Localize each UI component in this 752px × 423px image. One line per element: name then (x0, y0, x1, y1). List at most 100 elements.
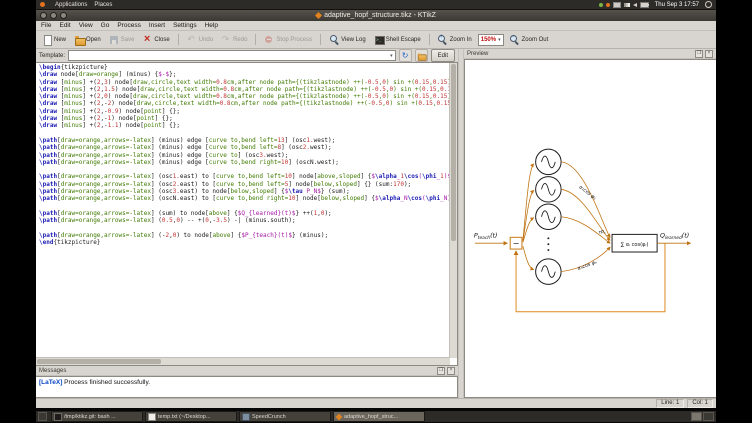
magnifier-sign: − (511, 34, 515, 40)
menu-file[interactable]: File (41, 22, 51, 29)
panel-menu-applications[interactable]: Applications (55, 2, 87, 8)
zoom-out-button[interactable]: −Zoom Out (508, 34, 551, 46)
code-line: \begin{tikzpicture} (39, 64, 449, 71)
menu-settings[interactable]: Settings (173, 22, 197, 29)
menu-process[interactable]: Process (117, 22, 140, 29)
distro-logo-icon[interactable] (40, 2, 45, 7)
menu-view[interactable]: View (79, 22, 93, 29)
power-icon[interactable] (705, 1, 712, 8)
toolbar-separator (178, 34, 179, 45)
clock[interactable]: Thu Sep 3 17:57 (655, 2, 699, 8)
show-desktop-button[interactable] (38, 412, 47, 421)
undo-icon (187, 35, 197, 45)
titlebar[interactable]: adaptive_hopf_structure.tikz - KTikZ (36, 10, 716, 21)
menu-edit[interactable]: Edit (59, 22, 70, 29)
main-toolbar: New Open Save Close Undo Redo Stop Process View… (36, 31, 716, 49)
code-line: \path[draw=orange,arrows=-latex] (minus)… (39, 137, 449, 144)
chevron-down-icon: ▾ (498, 37, 501, 43)
taskbar-window-label: SpeedCrunch (252, 414, 286, 420)
code-line: \path[draw=orange,arrows=-latex] (minus)… (39, 152, 449, 159)
mail-icon[interactable] (613, 2, 621, 8)
preview-dock-header: Preview ❐ × (464, 49, 716, 59)
scrollbar-thumb[interactable] (37, 359, 161, 364)
shell-escape-button[interactable]: Shell Escape (372, 34, 423, 46)
input-signal-label: Pteach(t) (474, 231, 498, 240)
toolbar-label: Shell Escape (386, 37, 421, 43)
taskbar-window-button[interactable]: temp.txt (~/Desktop... (145, 411, 237, 422)
menu-go[interactable]: Go (101, 22, 110, 29)
editor-horizontal-scrollbar[interactable] (36, 357, 450, 365)
code-line: \path[draw=orange,arrows=-latex] (osc2.e… (39, 181, 449, 188)
code-line (39, 225, 449, 232)
template-combo[interactable]: ▾ (68, 50, 396, 61)
open-button[interactable]: Open (72, 34, 103, 46)
toolbar-label: Open (86, 37, 101, 43)
new-button[interactable]: New (40, 34, 68, 46)
code-line: \draw [minus] +(2,-1) node[point] {}; (39, 115, 449, 122)
panel-menu-places[interactable]: Places (94, 2, 112, 8)
code-line: \path[draw=orange,arrows=-latex] (osc1.e… (39, 173, 449, 180)
sum-node-label: ∑ αᵢ cos(φᵢ) (621, 242, 649, 248)
mid-edge-label: τPₙ (598, 229, 605, 235)
zoom-out-icon: − (510, 35, 520, 45)
open-template-button[interactable] (415, 49, 428, 62)
close-dock-button[interactable]: × (705, 50, 713, 58)
top-panel: Applications Places Thu Sep 3 17:57 (36, 0, 716, 9)
taskbar-window-label: temp.txt (~/Desktop... (158, 414, 210, 420)
menu-insert[interactable]: Insert (149, 22, 165, 29)
code-line: \draw [minus] +(2,3) node[draw,circle,te… (39, 79, 449, 86)
code-line: \draw [minus] +(2,-1.1) node[point] {}; (39, 122, 449, 129)
save-button[interactable]: Save (107, 34, 137, 46)
toolbar-label: New (54, 37, 66, 43)
code-line (39, 166, 449, 173)
reload-template-button[interactable]: ↻ (399, 49, 412, 62)
close-button[interactable]: Close (140, 34, 171, 46)
scrollbar-thumb[interactable] (451, 64, 456, 241)
float-dock-button[interactable]: ❐ (437, 367, 445, 375)
indicator-app-icon[interactable] (599, 3, 603, 7)
undo-button[interactable]: Undo (185, 34, 215, 46)
taskbar-window-button[interactable]: /tmp/ktikz.git: bash ... (51, 411, 143, 422)
toolbar-separator (320, 34, 321, 45)
redo-button[interactable]: Redo (219, 34, 249, 46)
editor-vertical-scrollbar[interactable] (449, 63, 457, 358)
zoom-level-combo[interactable]: 150%▾ (478, 34, 504, 46)
close-dock-button[interactable]: × (447, 367, 455, 375)
volume-icon[interactable] (633, 3, 637, 7)
toolbar-label: Save (121, 37, 135, 43)
toolbar-separator (429, 34, 430, 45)
stop-process-button[interactable]: Stop Process (262, 34, 314, 46)
workspace-1[interactable] (691, 412, 702, 421)
open-folder-icon (74, 35, 84, 45)
code-line: \path[draw=orange,arrows=-latex] (sum) t… (39, 210, 449, 217)
taskbar-window-button[interactable]: adaptive_hopf_struc... (333, 411, 425, 422)
panel-menus: Applications Places (55, 2, 112, 8)
code-line: \path[draw=orange,arrows=-latex] (osc3.e… (39, 188, 449, 195)
ellipsis-dots (547, 237, 549, 251)
code-line: \draw [minus] +(2,-2) node[draw,circle,t… (39, 100, 449, 107)
ktikz-window: adaptive_hopf_structure.tikz - KTikZ Fil… (36, 9, 716, 408)
code-line: \path[draw=orange,arrows=-latex] (minus)… (39, 144, 449, 151)
preview-title: Preview (467, 51, 488, 57)
zoom-in-button[interactable]: + Zoom In (436, 34, 474, 46)
view-log-button[interactable]: View Log (327, 34, 368, 46)
code-editor[interactable]: \begin{tikzpicture}\draw node[draw=orang… (36, 62, 458, 366)
preview-diagram: Pteach(t) − (465, 60, 716, 397)
fan-in-edges (561, 162, 610, 272)
window-title: adaptive_hopf_structure.tikz - KTikZ (36, 12, 716, 19)
taskbar-window-button[interactable]: SpeedCrunch (239, 411, 331, 422)
network-icon[interactable] (624, 3, 630, 7)
workspace-2[interactable] (703, 412, 714, 421)
menu-help[interactable]: Help (205, 22, 218, 29)
code-area[interactable]: \begin{tikzpicture}\draw node[draw=orang… (39, 64, 449, 357)
magnifier-sign: + (439, 34, 443, 40)
edit-template-button[interactable]: Edit (431, 49, 455, 62)
toolbar-label: Zoom In (450, 37, 472, 43)
float-dock-button[interactable]: ❐ (695, 50, 703, 58)
content-row: Template: ▾ ↻ Edit \begin{tikzpicture}\d… (36, 49, 716, 398)
redo-icon (221, 35, 231, 45)
shell-escape-icon (374, 35, 384, 45)
preview-column: Preview ❐ × (464, 49, 716, 398)
indicator-status-icon[interactable] (606, 3, 610, 7)
battery-icon[interactable] (640, 2, 649, 8)
